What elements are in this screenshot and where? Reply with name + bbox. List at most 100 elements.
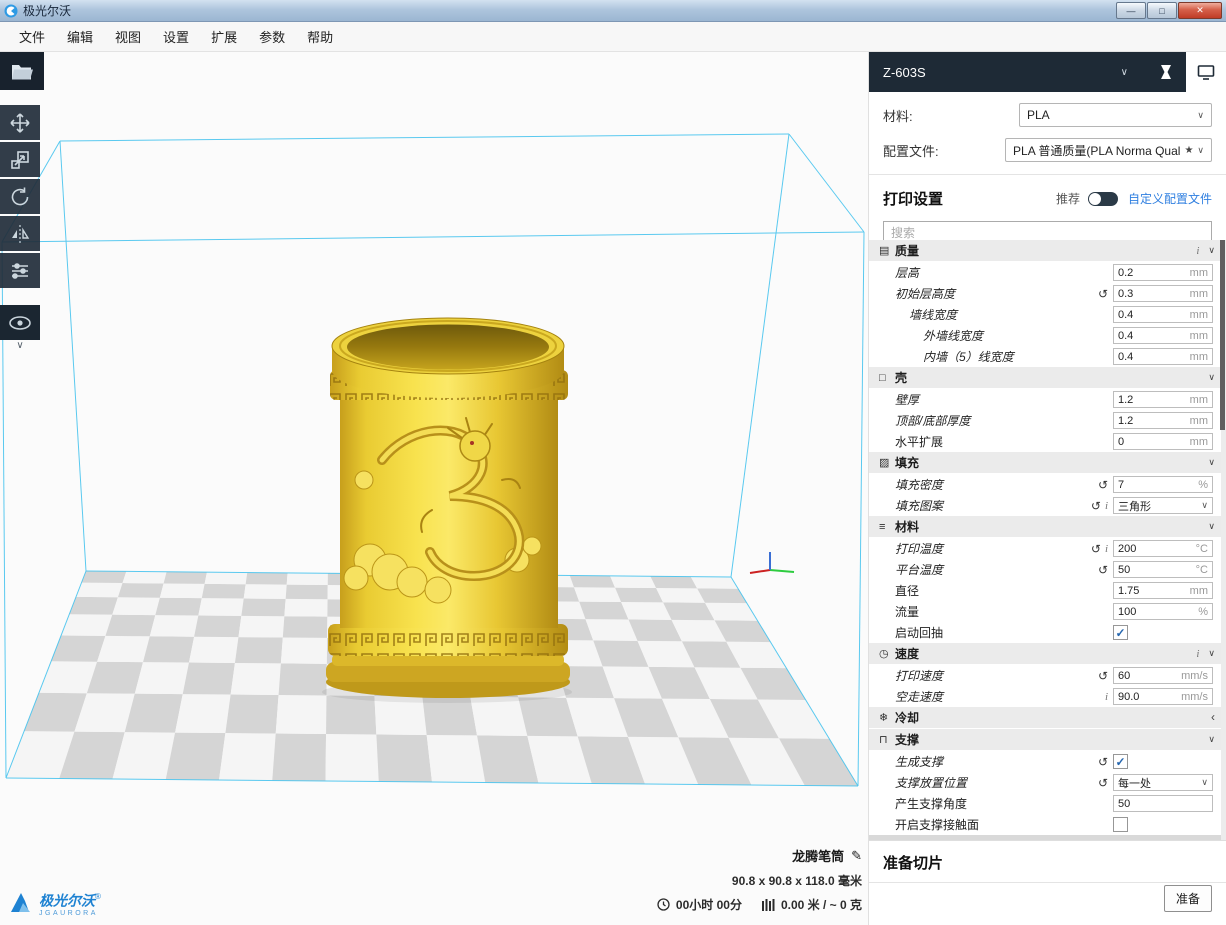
setting-value-input[interactable] <box>1118 543 1193 555</box>
menu-item-edit[interactable]: 编辑 <box>56 22 104 51</box>
view-mode-button[interactable] <box>0 305 40 340</box>
menu-item-parameters[interactable]: 参数 <box>248 22 296 51</box>
revert-icon[interactable]: ↺ <box>1091 544 1101 554</box>
setting-row-material-2: 直径mm <box>869 580 1226 601</box>
maximize-button[interactable]: □ <box>1147 2 1177 19</box>
setting-select-value: 每一处 <box>1118 775 1197 791</box>
setting-value-input[interactable] <box>1118 670 1178 682</box>
menu-item-extensions[interactable]: 扩展 <box>200 22 248 51</box>
setting-checkbox[interactable]: ✓ <box>1113 625 1128 640</box>
setting-row-speed-0: 打印速度↺mm/s <box>869 665 1226 686</box>
setting-value-input[interactable] <box>1118 288 1187 300</box>
setting-value-box: mm <box>1113 433 1213 450</box>
app-logo-icon <box>4 4 18 18</box>
revert-icon[interactable]: ↺ <box>1098 671 1108 681</box>
per-model-settings-button[interactable] <box>0 253 40 288</box>
prepare-tab[interactable] <box>1146 52 1186 92</box>
setting-value-input[interactable] <box>1118 564 1193 576</box>
info-icon[interactable]: i <box>1196 245 1199 257</box>
revert-icon[interactable]: ↺ <box>1098 778 1108 788</box>
setting-value-input[interactable] <box>1118 479 1195 491</box>
rotate-tool-button[interactable] <box>0 179 40 214</box>
setting-value-input[interactable] <box>1118 436 1187 448</box>
title-bar[interactable]: 极光尔沃 — □ ✕ <box>0 0 1226 22</box>
info-icon[interactable]: i <box>1105 691 1108 703</box>
rename-model-icon[interactable]: ✎ <box>851 848 862 864</box>
minimize-button[interactable]: — <box>1116 2 1146 19</box>
slice-footer: 准备切片 准备 <box>869 840 1226 925</box>
recommended-custom-toggle[interactable] <box>1088 192 1118 206</box>
category-header-speed[interactable]: ◷速度i∨ <box>869 643 1226 664</box>
prepare-button[interactable]: 准备 <box>1164 885 1212 912</box>
setting-value-box <box>1113 795 1213 812</box>
revert-icon[interactable]: ↺ <box>1098 565 1108 575</box>
revert-icon[interactable]: ↺ <box>1098 757 1108 767</box>
setting-select[interactable]: 三角形∨ <box>1113 497 1213 514</box>
category-header-material[interactable]: ≡材料∨ <box>869 516 1226 537</box>
setting-checkbox[interactable] <box>1113 817 1128 832</box>
setting-label: 初始层高度 <box>895 285 1098 302</box>
setting-value-input[interactable] <box>1118 394 1187 406</box>
setting-value-box: mm <box>1113 327 1213 344</box>
printer-selector[interactable]: Z-603S ∨ <box>869 52 1146 92</box>
menu-item-view[interactable]: 视图 <box>104 22 152 51</box>
setting-unit: % <box>1198 606 1208 618</box>
info-icon[interactable]: i <box>1196 648 1199 660</box>
setting-value-box: mm <box>1113 264 1213 281</box>
setting-row-material-0: 打印温度↺i°C <box>869 538 1226 559</box>
brand-name-cn: 极光尔沃 <box>39 892 95 908</box>
scrollbar-thumb[interactable] <box>1220 240 1225 430</box>
menu-item-file[interactable]: 文件 <box>8 22 56 51</box>
setting-select[interactable]: 每一处∨ <box>1113 774 1213 791</box>
category-label: 支撑 <box>895 731 1208 748</box>
revert-icon[interactable]: ↺ <box>1091 501 1101 511</box>
move-tool-button[interactable] <box>0 105 40 140</box>
category-header-cooling[interactable]: ❄冷却‹ <box>869 707 1226 728</box>
custom-profile-link[interactable]: 自定义配置文件 <box>1128 190 1212 207</box>
divider <box>869 882 1226 883</box>
jgaurora-logo-icon <box>8 890 35 914</box>
revert-icon[interactable]: ↺ <box>1098 480 1108 490</box>
menu-item-settings[interactable]: 设置 <box>152 22 200 51</box>
chevron-down-icon: ∨ <box>1208 521 1215 532</box>
mirror-tool-button[interactable] <box>0 216 40 251</box>
settings-scrollbar[interactable] <box>1221 240 1226 840</box>
revert-icon[interactable]: ↺ <box>1098 289 1108 299</box>
setting-value-input[interactable] <box>1118 330 1187 342</box>
viewport-3d[interactable]: ∨ 龙腾笔筒 ✎ 90.8 x 90.8 x 118.0 毫米 00小时 00分… <box>0 52 868 925</box>
category-label: 材料 <box>895 518 1208 535</box>
info-icon[interactable]: i <box>1105 543 1108 555</box>
profile-select[interactable]: PLA 普通质量(PLA Norma Qual ★ ∨ <box>1005 138 1212 162</box>
setting-value-input[interactable] <box>1118 606 1195 618</box>
category-label: 冷却 <box>895 709 1211 726</box>
scale-tool-button[interactable] <box>0 142 40 177</box>
setting-value-input[interactable] <box>1118 415 1187 427</box>
chevron-down-icon[interactable]: ∨ <box>0 340 40 352</box>
model-3d[interactable] <box>312 310 582 715</box>
quality-icon: ▤ <box>879 244 895 257</box>
setting-row-material-4: 启动回抽✓ <box>869 622 1226 643</box>
category-header-quality[interactable]: ▤质量i∨ <box>869 240 1226 261</box>
setting-unit: mm <box>1190 309 1208 321</box>
category-header-support[interactable]: ⊓支撑∨ <box>869 729 1226 750</box>
material-select[interactable]: PLA ∨ <box>1019 103 1212 127</box>
setting-label: 打印温度 <box>895 540 1091 557</box>
chevron-down-icon: ∨ <box>1121 67 1128 78</box>
category-header-infill[interactable]: ▨填充∨ <box>869 452 1226 473</box>
setting-value-input[interactable] <box>1118 309 1187 321</box>
category-header-shell[interactable]: □壳∨ <box>869 367 1226 388</box>
setting-value-input[interactable] <box>1118 267 1187 279</box>
setting-value-input[interactable] <box>1118 585 1187 597</box>
monitor-tab[interactable] <box>1186 52 1226 92</box>
setting-unit: mm <box>1190 330 1208 342</box>
setting-value-input[interactable] <box>1118 351 1187 363</box>
info-icon[interactable]: i <box>1105 500 1108 512</box>
setting-row-icons: ↺i <box>1091 543 1108 555</box>
open-file-button[interactable] <box>0 52 44 90</box>
setting-checkbox[interactable]: ✓ <box>1113 754 1128 769</box>
setting-row-speed-1: 空走速度imm/s <box>869 686 1226 707</box>
menu-item-help[interactable]: 帮助 <box>296 22 344 51</box>
setting-value-input[interactable] <box>1118 691 1178 703</box>
setting-value-input[interactable] <box>1118 798 1205 810</box>
close-button[interactable]: ✕ <box>1178 2 1222 19</box>
